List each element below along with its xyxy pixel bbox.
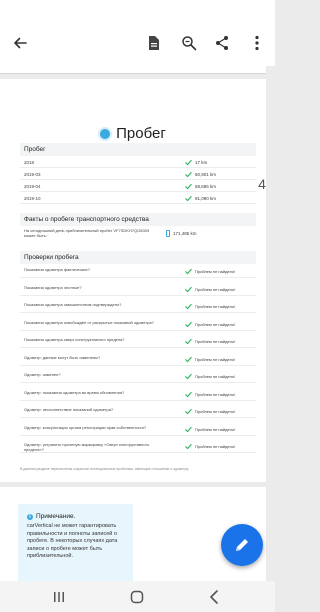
- recent-apps-icon[interactable]: [48, 587, 70, 607]
- check-row: Показания одометра освобождён от раскрыт…: [20, 319, 256, 331]
- check-label: Одометр: данные могут быть изменены?: [24, 354, 101, 360]
- mileage-date: 2019-03: [24, 172, 41, 177]
- check-label: Одометр: устранить проченую маркировку «…: [24, 442, 150, 452]
- check-row: Одометр: устранить проченую маркировку «…: [20, 441, 256, 453]
- check-label: Показания одометра замошенством подтверж…: [24, 302, 122, 307]
- info-icon: i: [27, 513, 33, 520]
- check-result: Проблем не найдено!: [195, 269, 236, 274]
- check-row: Одометр: данные могут быть изменены? Проб…: [20, 354, 256, 366]
- check-result: Проблем не найдено!: [195, 286, 236, 292]
- check-result: Проблем не найдено!: [195, 391, 236, 397]
- check-result: Проблем не найдено!: [195, 444, 236, 449]
- check-label: Показания одометра фактические?: [24, 267, 90, 272]
- toolbar: [0, 20, 275, 66]
- check-icon: [185, 426, 192, 432]
- mileage-date: 2018: [24, 160, 35, 165]
- mileage-row: 2019-10 91,090 km: [20, 194, 256, 204]
- check-icon: [185, 183, 192, 190]
- check-icon: [185, 195, 192, 202]
- check-icon: [185, 356, 192, 362]
- navigation-bar: [0, 581, 275, 612]
- note-title-text: Примечание.: [36, 513, 76, 520]
- more-icon[interactable]: [243, 29, 271, 57]
- pencil-icon: [236, 539, 248, 551]
- edit-button[interactable]: [221, 524, 263, 566]
- check-row: Одометр: показания одометра во время обн…: [20, 389, 256, 401]
- mileage-row: 2019-03 50,901 km: [20, 170, 256, 180]
- check-row: Показания одометра фактические? Проблем н…: [20, 266, 256, 278]
- check-icon: [185, 408, 192, 415]
- check-icon: [185, 286, 192, 292]
- check-label: Одометр: несоответствие показаний одомет…: [24, 407, 114, 412]
- check-result: Проблем не найдено!: [195, 374, 236, 379]
- check-row: Одометр: консультация органа регистрации…: [20, 424, 256, 436]
- check-result: Проблем не найдено!: [195, 339, 236, 344]
- facts-section-header: Факты о пробеге транспортного средства: [20, 213, 256, 226]
- check-label: Одометр: консультация органа регистрации…: [24, 424, 147, 430]
- check-result: Проблем не найдено!: [195, 304, 236, 309]
- check-label: Показания одометра сверх конструктивного…: [24, 337, 125, 342]
- note-text: carVertical не может гарантировать прави…: [27, 523, 118, 559]
- previous-page: [0, 66, 266, 74]
- back-arrow-icon[interactable]: [6, 29, 34, 57]
- check-icon: [185, 391, 192, 397]
- note-box: i Примечание. carVertical не может гаран…: [18, 504, 133, 581]
- check-result: Проблем не найдено!: [195, 409, 236, 414]
- phone-icon: [166, 230, 170, 237]
- status-bar: [0, 0, 275, 20]
- document-viewer[interactable]: Пробег Пробег 2018 17 km 2019-03 50,901 km 2…: [0, 66, 275, 581]
- home-icon[interactable]: [126, 587, 148, 607]
- check-row: Показания одометра сверх конструктивного…: [20, 336, 256, 348]
- check-icon: [185, 171, 192, 178]
- zoom-icon[interactable]: [175, 29, 203, 57]
- mileage-row: 2018 17 km: [20, 158, 256, 168]
- check-label: Показания одометра честные?: [24, 284, 82, 290]
- check-icon: [185, 443, 192, 450]
- fact-label: На сегодняшний день приблизительный проб…: [24, 228, 150, 238]
- mileage-date: 2019-04: [24, 184, 41, 189]
- mileage-value: 50,901 km: [195, 172, 217, 177]
- check-row: Одометр: несоответствие показаний одомет…: [20, 406, 256, 418]
- report-title: Пробег: [0, 125, 266, 142]
- check-icon: [185, 159, 192, 166]
- back-icon[interactable]: [203, 587, 225, 607]
- mileage-section-header: Пробег: [20, 143, 256, 156]
- check-row: Показания одометра замошенством подтверж…: [20, 301, 256, 313]
- check-icon: [185, 303, 192, 310]
- check-result: Проблем не найдено!: [195, 426, 236, 432]
- check-label: Одометр: показания одометра во время обн…: [24, 389, 125, 395]
- page-number: 4: [258, 176, 266, 192]
- check-icon: [185, 268, 192, 275]
- footnote: В данном разделе перечислены сокрытые по…: [20, 467, 189, 471]
- check-result: Проблем не найдено!: [195, 321, 236, 327]
- mileage-row: 2019-04 58,685 km: [20, 182, 256, 192]
- check-label: Одометр: заменен?: [24, 372, 61, 377]
- fact-row: На сегодняшний день приблизительный проб…: [20, 227, 256, 243]
- checks-section-header: Проверки пробега: [20, 251, 256, 264]
- mileage-icon: [100, 128, 111, 139]
- report-page: Пробег Пробег 2018 17 km 2019-03 50,901 km 2…: [0, 79, 266, 482]
- check-row: Одометр: заменен? Проблем не найдено!: [20, 371, 256, 383]
- check-row: Показания одометра честные? Проблем не на…: [20, 284, 256, 296]
- mileage-value: 17 km: [195, 160, 208, 165]
- document-icon[interactable]: [140, 29, 168, 57]
- share-icon[interactable]: [208, 29, 236, 57]
- check-icon: [185, 321, 192, 327]
- note-title: i Примечание.: [27, 513, 75, 520]
- mileage-value: 58,685 km: [195, 184, 217, 189]
- mileage-date: 2019-10: [24, 196, 41, 201]
- check-result: Проблем не найдено!: [195, 356, 236, 362]
- check-label: Показания одометра освобождён от раскрыт…: [24, 319, 154, 325]
- report-title-text: Пробег: [116, 125, 166, 142]
- check-icon: [185, 373, 192, 380]
- mileage-value: 91,090 km: [195, 196, 217, 201]
- fact-value: 171,485 km: [173, 231, 197, 236]
- check-icon: [185, 338, 192, 345]
